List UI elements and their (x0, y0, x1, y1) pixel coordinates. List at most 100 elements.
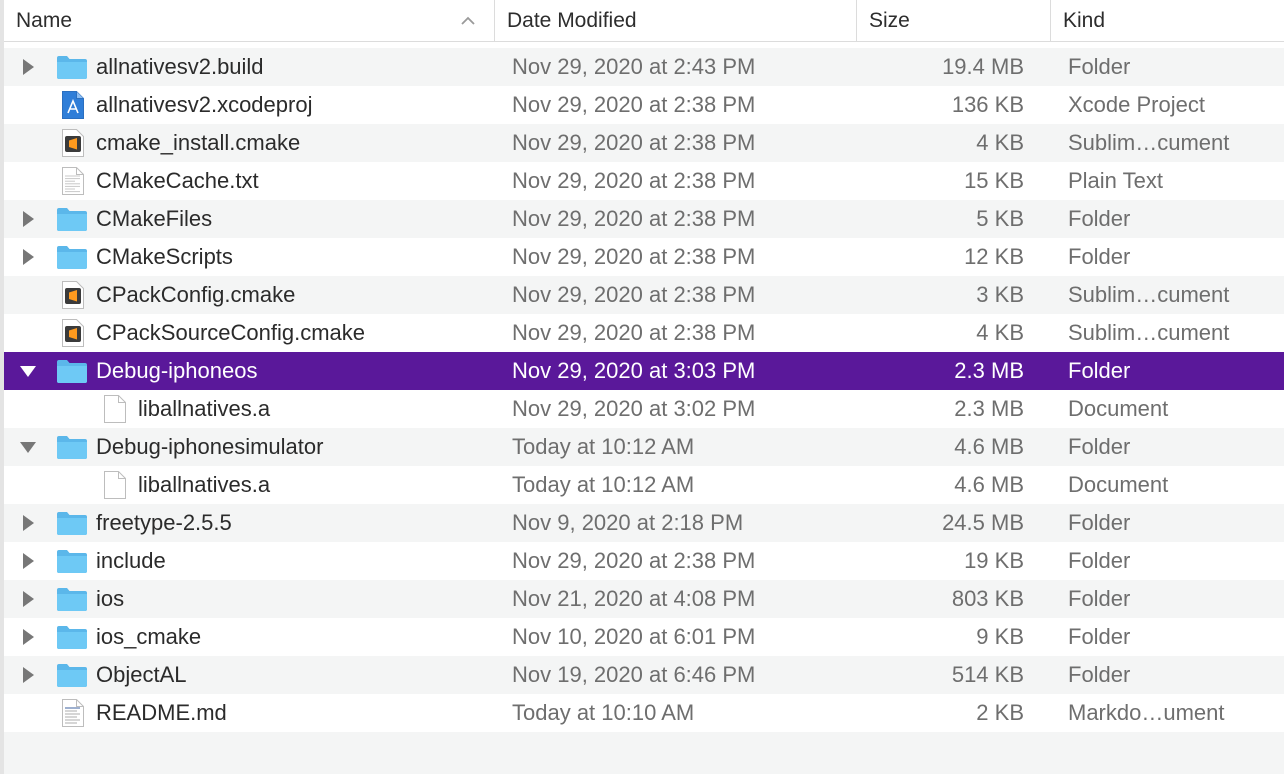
column-header-name-label: Name (16, 9, 73, 32)
file-row[interactable]: include Nov 29, 2020 at 2:38 PM 19 KB Folde… (4, 542, 1284, 580)
file-kind: Folder (1068, 358, 1131, 383)
file-kind: Markdo…ument (1068, 700, 1225, 725)
file-kind: Sublim…cument (1068, 320, 1230, 345)
date-modified: Nov 21, 2020 at 4:08 PM (512, 586, 756, 611)
column-header-size[interactable]: Size (856, 0, 1050, 42)
file-name: README.md (96, 700, 227, 725)
file-kind: Folder (1068, 586, 1131, 611)
file-kind: Folder (1068, 54, 1131, 79)
disclosure-collapsed-icon[interactable] (18, 200, 38, 238)
file-kind: Sublim…cument (1068, 282, 1230, 307)
file-row[interactable]: Debug-iphoneos Nov 29, 2020 at 3:03 PM 2.3… (4, 352, 1284, 390)
column-header-kind[interactable]: Kind (1050, 0, 1284, 42)
date-modified: Nov 29, 2020 at 3:03 PM (512, 358, 756, 383)
file-row[interactable]: CMakeFiles Nov 29, 2020 at 2:38 PM 5 KB Fol… (4, 200, 1284, 238)
file-row[interactable]: freetype-2.5.5 Nov 9, 2020 at 2:18 PM 24.5… (4, 504, 1284, 542)
date-modified: Nov 29, 2020 at 2:38 PM (512, 320, 756, 345)
file-size: 3 KB (976, 282, 1024, 307)
column-header-bar: Name Date Modified Size Kind (4, 0, 1284, 42)
file-name: ios (96, 586, 125, 611)
file-row[interactable]: cmake_install.cmake Nov 29, 2020 at 2:38 … (4, 124, 1284, 162)
file-row[interactable]: Debug-iphonesimulator Today at 10:12 AM 4.… (4, 428, 1284, 466)
sublime-doc-icon (61, 124, 85, 162)
file-row[interactable]: ios_cmake Nov 10, 2020 at 6:01 PM 9 KB Fold… (4, 618, 1284, 656)
file-name: include (96, 548, 166, 573)
disclosure-expanded-icon[interactable] (18, 428, 38, 466)
file-row[interactable]: allnativesv2.xcodeproj Nov 29, 2020 at 2:… (4, 86, 1284, 124)
file-kind: Folder (1068, 624, 1131, 649)
file-row[interactable]: CMakeCache.txt Nov 29, 2020 at 2:38 PM 15 … (4, 162, 1284, 200)
disclosure-collapsed-icon[interactable] (18, 542, 38, 580)
file-name: allnativesv2.build (96, 54, 264, 79)
date-modified: Nov 29, 2020 at 2:38 PM (512, 244, 756, 269)
folder-icon (56, 580, 88, 618)
finder-list-view: Name Date Modified Size Kind allnativesv… (0, 0, 1284, 774)
file-row[interactable]: ios Nov 21, 2020 at 4:08 PM 803 KB Folder (4, 580, 1284, 618)
date-modified: Today at 10:12 AM (512, 472, 695, 497)
file-name: cmake_install.cmake (96, 130, 301, 155)
date-modified: Nov 29, 2020 at 2:38 PM (512, 206, 756, 231)
file-name: CMakeFiles (96, 206, 213, 231)
file-row[interactable]: ObjectAL Nov 19, 2020 at 6:46 PM 514 KB Fol… (4, 656, 1284, 694)
column-header-size-label: Size (869, 9, 910, 32)
file-size: 5 KB (976, 206, 1024, 231)
date-modified: Nov 29, 2020 at 2:43 PM (512, 54, 756, 79)
file-size: 19 KB (964, 548, 1024, 573)
disclosure-collapsed-icon[interactable] (18, 48, 38, 86)
file-size: 4.6 MB (954, 434, 1024, 459)
date-modified: Nov 10, 2020 at 6:01 PM (512, 624, 756, 649)
disclosure-collapsed-icon[interactable] (18, 618, 38, 656)
folder-icon (56, 200, 88, 238)
disclosure-collapsed-icon[interactable] (18, 238, 38, 276)
file-size: 19.4 MB (942, 54, 1024, 79)
file-size: 2 KB (976, 700, 1024, 725)
date-modified: Nov 9, 2020 at 2:18 PM (512, 510, 744, 535)
column-header-name[interactable]: Name (4, 0, 494, 42)
file-row[interactable]: liballnatives.a Nov 29, 2020 at 3:02 PM 2.… (4, 390, 1284, 428)
file-size: 2.3 MB (954, 396, 1024, 421)
folder-icon (56, 48, 88, 86)
date-modified: Nov 29, 2020 at 2:38 PM (512, 130, 756, 155)
file-name: ObjectAL (96, 662, 187, 687)
text-file-icon (61, 162, 85, 200)
folder-icon (56, 504, 88, 542)
column-header-date[interactable]: Date Modified (494, 0, 856, 42)
file-kind: Folder (1068, 510, 1131, 535)
sort-ascending-icon (461, 16, 475, 25)
file-name: Debug-iphoneos (96, 358, 258, 383)
date-modified: Nov 29, 2020 at 3:02 PM (512, 396, 756, 421)
column-header-kind-label: Kind (1063, 9, 1106, 32)
sublime-doc-icon (61, 314, 85, 352)
xcodeproj-icon (61, 86, 85, 124)
date-modified: Nov 29, 2020 at 2:38 PM (512, 92, 756, 117)
file-kind: Folder (1068, 244, 1131, 269)
file-name: allnativesv2.xcodeproj (96, 92, 313, 117)
date-modified: Today at 10:12 AM (512, 434, 695, 459)
file-row[interactable]: allnativesv2.build Nov 29, 2020 at 2:43 P… (4, 48, 1284, 86)
disclosure-expanded-icon[interactable] (18, 352, 38, 390)
date-modified: Nov 29, 2020 at 2:38 PM (512, 282, 756, 307)
markdown-doc-icon (61, 694, 85, 732)
file-name: freetype-2.5.5 (96, 510, 232, 535)
disclosure-collapsed-icon[interactable] (18, 504, 38, 542)
file-kind: Xcode Project (1068, 92, 1205, 117)
file-row[interactable]: CMakeScripts Nov 29, 2020 at 2:38 PM 12 KB… (4, 238, 1284, 276)
date-modified: Nov 29, 2020 at 2:38 PM (512, 168, 756, 193)
file-row[interactable]: liballnatives.a Today at 10:12 AM 4.6 MB Do… (4, 466, 1284, 504)
disclosure-collapsed-icon[interactable] (18, 656, 38, 694)
disclosure-collapsed-icon[interactable] (18, 580, 38, 618)
file-name: CMakeCache.txt (96, 168, 259, 193)
file-row[interactable]: README.md Today at 10:10 AM 2 KB Markdo…ume… (4, 694, 1284, 732)
file-size: 2.3 MB (954, 358, 1024, 383)
file-kind: Document (1068, 472, 1169, 497)
folder-icon (56, 352, 88, 390)
file-name: CPackConfig.cmake (96, 282, 296, 307)
file-row[interactable]: CPackSourceConfig.cmake Nov 29, 2020 at 2… (4, 314, 1284, 352)
file-row[interactable]: CPackConfig.cmake Nov 29, 2020 at 2:38 PM… (4, 276, 1284, 314)
date-modified: Nov 19, 2020 at 6:46 PM (512, 662, 756, 687)
file-kind: Folder (1068, 206, 1131, 231)
file-kind: Document (1068, 396, 1169, 421)
file-size: 514 KB (951, 662, 1024, 687)
file-kind: Folder (1068, 548, 1131, 573)
sublime-doc-icon (61, 276, 85, 314)
